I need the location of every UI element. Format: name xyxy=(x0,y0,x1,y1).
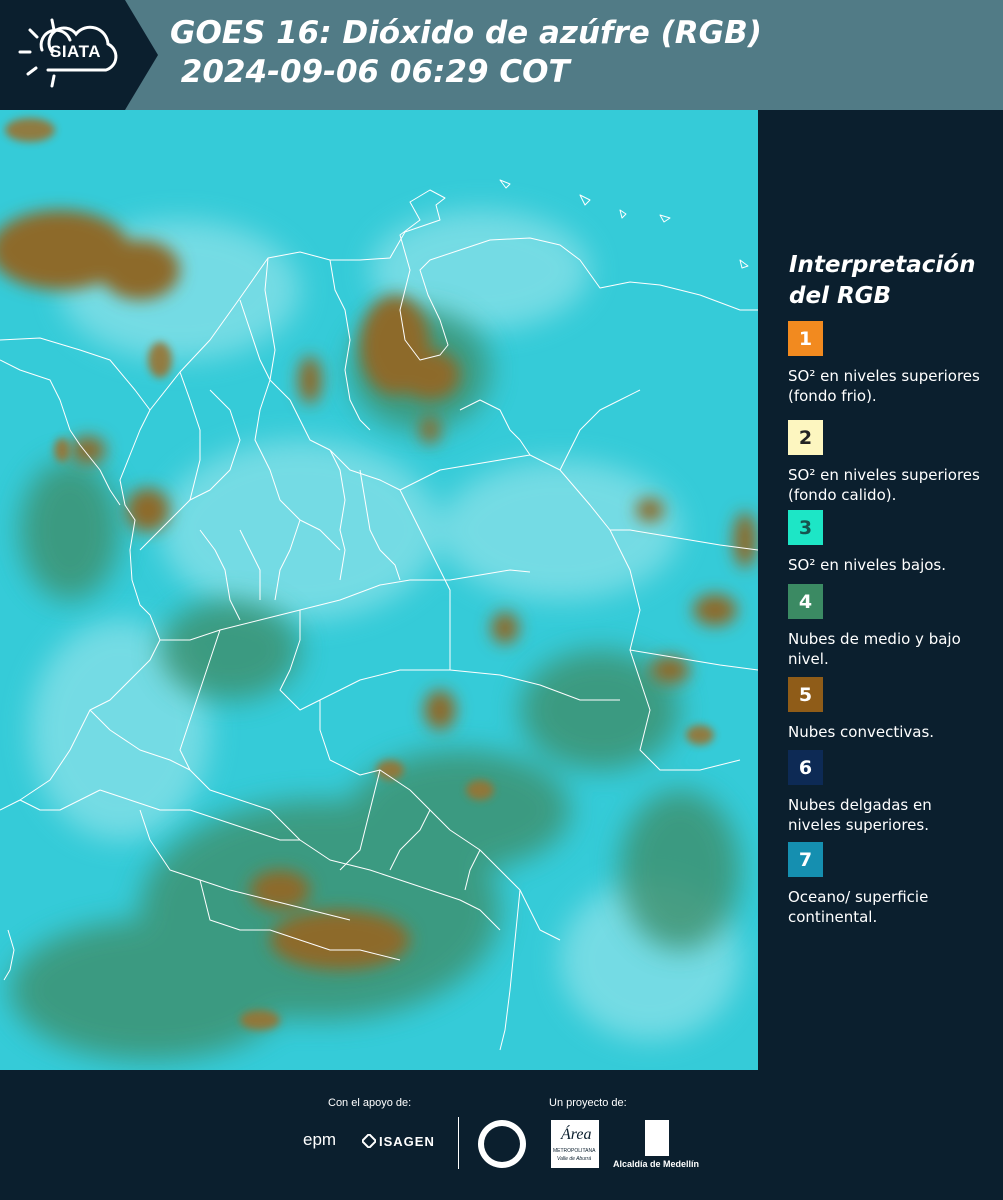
legend-swatch: 6 xyxy=(788,750,823,785)
legend-label: SO² en niveles bajos. xyxy=(788,556,947,574)
legend-title-line-2: del RGB xyxy=(789,283,892,309)
legend-swatch: 2 xyxy=(788,420,823,455)
legend-title-line-1: Interpretación xyxy=(789,252,976,278)
legend-item-3: 3 SO² en niveles bajos. xyxy=(788,510,988,575)
legend-label: SO² en niveles superiores (fondo calido)… xyxy=(788,466,980,504)
area-metropolitana-logo: Área METROPOLITANA Valle de Aburrá xyxy=(551,1120,599,1168)
legend-label: Oceano/ superficie continental. xyxy=(788,888,929,926)
logo-block: SIATA xyxy=(0,0,158,110)
title-line-2: 2024-09-06 06:29 COT xyxy=(170,54,570,90)
legend-swatch: 7 xyxy=(788,842,823,877)
epm-logo: epm xyxy=(303,1130,337,1149)
alcaldia-logo-text: Alcaldía de Medellín xyxy=(613,1159,700,1169)
page-title: GOES 16: Dióxido de azúfre (RGB) 2024-09… xyxy=(170,14,762,92)
area-logo-subtitle: METROPOLITANA xyxy=(553,1148,596,1154)
legend-swatch: 1 xyxy=(788,321,823,356)
legend-swatch: 3 xyxy=(788,510,823,545)
legend-label: Nubes de medio y bajo nivel. xyxy=(788,630,961,668)
title-line-1: GOES 16: Dióxido de azúfre (RGB) xyxy=(170,15,762,51)
logo-text: SIATA xyxy=(50,42,101,61)
area-logo-tagline: Valle de Aburrá xyxy=(557,1156,592,1162)
legend-item-5: 5 Nubes convectivas. xyxy=(788,677,988,742)
legend-item-2: 2 SO² en niveles superiores (fondo calid… xyxy=(788,420,988,505)
project-label: Un proyecto de: xyxy=(549,1097,627,1109)
legend-label: SO² en niveles superiores (fondo frio). xyxy=(788,367,980,405)
legend-label: Nubes delgadas en niveles superiores. xyxy=(788,796,932,834)
legend-item-7: 7 Oceano/ superficie continental. xyxy=(788,842,988,927)
legend-title: Interpretación del RGB xyxy=(789,250,989,312)
footer-divider xyxy=(458,1117,459,1169)
legend-swatch: 5 xyxy=(788,677,823,712)
legend-item-4: 4 Nubes de medio y bajo nivel. xyxy=(788,584,988,669)
legend-swatch: 4 xyxy=(788,584,823,619)
rgb-composite-image xyxy=(0,110,758,1070)
legend-item-1: 1 SO² en niveles superiores (fondo frio)… xyxy=(788,321,988,406)
legend-panel: Interpretación del RGB 1 SO² en niveles … xyxy=(758,110,1003,1070)
legend-label: Nubes convectivas. xyxy=(788,723,935,741)
isagen-logo: ISAGEN xyxy=(379,1134,435,1149)
medellin-seal-icon xyxy=(478,1120,526,1168)
seal-inner xyxy=(484,1126,520,1162)
area-logo-text: Área xyxy=(561,1126,592,1143)
footer: Con el apoyo de: Un proyecto de: epm ISA… xyxy=(0,1070,1003,1200)
isagen-mark-icon xyxy=(362,1134,376,1148)
support-label: Con el apoyo de: xyxy=(328,1097,412,1109)
legend-item-6: 6 Nubes delgadas en niveles superiores. xyxy=(788,750,988,835)
satellite-map xyxy=(0,110,758,1070)
alcaldia-shield-icon xyxy=(645,1120,669,1156)
header: SIATA GOES 16: Dióxido de azúfre (RGB) 2… xyxy=(0,0,1003,110)
